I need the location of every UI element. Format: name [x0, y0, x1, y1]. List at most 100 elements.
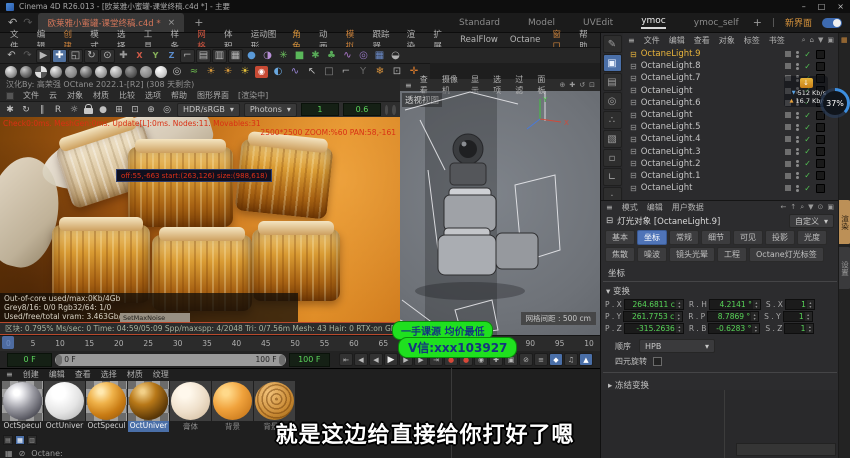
toolbar-icon[interactable]: ⌐	[180, 49, 195, 63]
material-thumbnail[interactable]	[86, 381, 127, 421]
object-name[interactable]: OctaneLight.9	[641, 49, 701, 59]
toolbar-icon[interactable]: ◑	[260, 49, 275, 63]
viewport-header-icon[interactable]: ↺	[579, 81, 585, 89]
mode-icon[interactable]: ▤	[603, 73, 622, 91]
object-name[interactable]: OctaneLight.2	[641, 159, 701, 169]
object-row[interactable]: ⊟ OctaneLight ✓	[623, 109, 839, 121]
material-menu-item[interactable]: 编辑	[49, 369, 65, 380]
om-menu-item[interactable]: 标签	[744, 35, 760, 46]
material-thumbnail[interactable]	[170, 381, 211, 421]
enabled-check-icon[interactable]: ✓	[804, 159, 811, 168]
object-tag-icon[interactable]	[816, 62, 825, 71]
material-thumbnail[interactable]	[2, 381, 43, 421]
visibility-dots[interactable]	[796, 51, 799, 58]
om-header-icon[interactable]: ⌂	[810, 36, 814, 45]
visibility-dots[interactable]	[796, 160, 799, 167]
object-name[interactable]: OctaneLight	[641, 183, 693, 193]
end-frame-field[interactable]: 100 F	[289, 353, 330, 367]
enabled-check-icon[interactable]: ✓	[804, 123, 811, 132]
object-name[interactable]: OctaneLight	[641, 86, 693, 96]
object-tag-icon[interactable]	[816, 123, 825, 132]
lv-menu-item[interactable]: 选项	[145, 90, 161, 101]
enabled-check-icon[interactable]: ✓	[804, 184, 811, 193]
viewport-header-icon[interactable]: ⊕	[560, 81, 566, 89]
samples-field[interactable]: 1	[301, 103, 339, 116]
object-name[interactable]: OctaneLight.1	[641, 171, 701, 181]
layout-grid-icon[interactable]: ▦	[841, 36, 848, 44]
lv-tool-icon[interactable]: ⊡	[129, 104, 141, 116]
lv-tool-icon[interactable]: ◎	[161, 104, 173, 116]
attribute-tab[interactable]: 常规	[669, 230, 699, 245]
octane-toolbar-icon[interactable]	[35, 66, 47, 78]
octane-toolbar-icon[interactable]: Y	[356, 65, 370, 79]
toolbar-icon[interactable]: ■	[292, 49, 307, 63]
toolbar-icon[interactable]: Z	[164, 49, 179, 63]
new-interface-button[interactable]: 新界面	[785, 16, 812, 29]
object-row[interactable]: ⊟ OctaneLight.9 ✓	[623, 48, 839, 60]
lv-menu-item[interactable]: 云	[49, 90, 57, 101]
toolbar-icon[interactable]: ↻	[84, 49, 99, 63]
add-layout-button[interactable]: +	[753, 16, 762, 29]
toolbar-icon[interactable]: ✳	[276, 49, 291, 63]
enabled-check-icon[interactable]: ✓	[804, 147, 811, 156]
om-menu-item[interactable]: 编辑	[669, 35, 685, 46]
octane-toolbar-icon[interactable]: ↖	[305, 65, 319, 79]
octane-toolbar-icon[interactable]	[65, 66, 77, 78]
toolbar-icon[interactable]: X	[132, 49, 147, 63]
attr-header-icon[interactable]: ▣	[827, 203, 834, 212]
layer-icon[interactable]	[785, 185, 791, 191]
collapse-icon[interactable]: ▾	[606, 287, 610, 297]
lv-tool-icon[interactable]	[84, 108, 93, 114]
transport-button[interactable]: ▲	[579, 353, 593, 366]
attr-header-icon[interactable]: ⌕	[800, 203, 804, 212]
layer-icon[interactable]	[785, 173, 791, 179]
maximize-button[interactable]: □	[818, 2, 826, 11]
lv-option-icon[interactable]	[385, 105, 389, 115]
octane-toolbar-icon[interactable]: ⊡	[390, 65, 404, 79]
lv-menu-item[interactable]: 帮助	[171, 90, 187, 101]
transport-button[interactable]: ▶	[384, 353, 398, 366]
material-menu-item[interactable]: 纹理	[153, 369, 169, 380]
menu-icon[interactable]: ≡	[606, 203, 613, 212]
transport-button[interactable]: ◀	[369, 353, 383, 366]
object-name[interactable]: OctaneLight	[641, 110, 693, 120]
material-menu-item[interactable]: 创建	[23, 369, 39, 380]
transport-button[interactable]: ◀	[354, 353, 368, 366]
object-name[interactable]: OctaneLight.3	[641, 147, 701, 157]
coord-field[interactable]: 4.2141 ° ▴▾	[709, 299, 761, 310]
enabled-check-icon[interactable]: ✓	[804, 111, 811, 120]
coord-field[interactable]: 8.7869 ° ▴▾	[707, 311, 759, 322]
transport-button[interactable]: ◆	[549, 353, 563, 366]
enabled-check-icon[interactable]: ✓	[804, 171, 811, 180]
octane-toolbar-icon[interactable]: ≈	[187, 65, 201, 79]
mode-icon[interactable]: ◎	[603, 92, 622, 110]
transport-button[interactable]: ⊘	[519, 353, 533, 366]
attr-header-icon[interactable]: ▼	[808, 203, 813, 212]
material-thumbnail[interactable]	[212, 381, 253, 421]
attr-header-icon[interactable]: ↑	[790, 203, 796, 212]
close-tab-icon[interactable]: ×	[168, 18, 176, 28]
object-name[interactable]: OctaneLight.7	[641, 73, 701, 83]
order-dropdown[interactable]: HPB ▾	[639, 339, 715, 353]
octane-toolbar-icon[interactable]	[80, 66, 92, 78]
material-thumbnail[interactable]	[44, 381, 85, 421]
kernel-dropdown[interactable]: Photons ▾	[244, 103, 297, 117]
object-row[interactable]: ⊟ OctaneLight.5 ✓	[623, 121, 839, 133]
menu-icon[interactable]: ≡	[628, 36, 635, 45]
menu-icon[interactable]: ≡	[6, 370, 13, 379]
om-menu-item[interactable]: 对象	[719, 35, 735, 46]
lv-menu-item[interactable]: 图形界面	[197, 90, 229, 101]
spinner-icon[interactable]: ▴▾	[752, 324, 759, 333]
attr-header-icon[interactable]: ⊙	[818, 203, 824, 212]
attribute-tab[interactable]: 坐标	[637, 230, 667, 245]
minimize-button[interactable]: –	[802, 2, 806, 11]
toolbar-icon[interactable]: ✚	[52, 49, 67, 63]
layer-icon[interactable]	[785, 149, 791, 155]
transport-button[interactable]: ≡	[534, 353, 548, 366]
exposure-field[interactable]: 0.6	[343, 103, 381, 116]
octane-toolbar-icon[interactable]: ☀	[204, 65, 218, 79]
octane-toolbar-icon[interactable]	[50, 66, 62, 78]
menu-item[interactable]: RealFlow	[454, 35, 504, 45]
lv-option-icon[interactable]	[392, 105, 396, 115]
layout-tab[interactable]: Standard	[459, 18, 500, 28]
